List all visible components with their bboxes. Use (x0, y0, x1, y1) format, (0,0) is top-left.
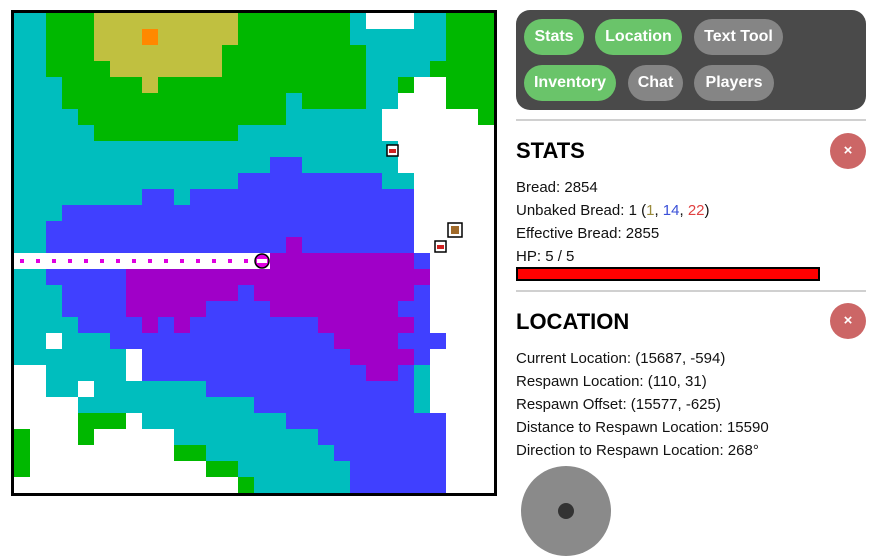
chest-marker[interactable] (447, 222, 463, 238)
hp-line: HP: 5 / 5 (516, 248, 575, 265)
resource-marker (142, 29, 158, 45)
tab-panel: Stats Location Text Tool Inventory Chat … (516, 10, 866, 110)
effective-bread-line: Effective Bread: 2855 (516, 225, 659, 242)
unbaked-breakdown-2: 14 (662, 202, 680, 219)
tab-inventory[interactable]: Inventory (524, 65, 616, 101)
unbaked-value: 1 (628, 202, 637, 219)
respawn-location-value: (110, 31) (647, 373, 707, 390)
current-location-value: (15687, -594) (635, 350, 726, 367)
tab-players[interactable]: Players (694, 65, 774, 101)
current-location-label: Current Location: (516, 350, 632, 367)
snow-region (46, 333, 62, 349)
snow-region (126, 349, 142, 381)
deep-water-pool (430, 333, 446, 349)
grass-patch (14, 429, 30, 477)
unbaked-breakdown-1: 1 (646, 202, 655, 219)
enemy-marker[interactable] (386, 144, 399, 157)
game-map[interactable] (11, 10, 497, 496)
grass-region (398, 77, 414, 93)
compass-dial (521, 466, 611, 556)
tab-stats[interactable]: Stats (524, 19, 584, 55)
divider (516, 290, 866, 292)
grass-patch (78, 413, 126, 429)
respawn-distance-label: Distance to Respawn Location: (516, 419, 723, 436)
unbaked-breakdown-3: 22 (687, 202, 705, 219)
respawn-distance-value: 15590 (726, 419, 769, 436)
grass-patch (206, 461, 238, 477)
hp-max: 5 (566, 248, 575, 265)
grass-patch (174, 445, 206, 461)
unbaked-label: Unbaked Bread: (516, 202, 625, 219)
hp-bar-fill (518, 269, 818, 279)
respawn-location-label: Respawn Location: (516, 373, 644, 390)
stats-close-button[interactable]: × (830, 133, 866, 169)
respawn-offset-line: Respawn Offset: (15577, -625) (516, 396, 721, 413)
respawn-direction-value: 268° (727, 442, 759, 459)
location-close-button[interactable]: × (830, 303, 866, 339)
tab-text-tool[interactable]: Text Tool (694, 19, 783, 55)
hp-label: HP: (516, 248, 542, 265)
stats-title: STATS (516, 138, 585, 163)
hp-current: 5 (545, 248, 554, 265)
player-marker (254, 253, 270, 269)
grass-patch (238, 477, 254, 493)
respawn-offset-label: Respawn Offset: (516, 396, 627, 413)
divider (516, 119, 866, 121)
snow-region (78, 381, 94, 397)
grass-patch (78, 429, 94, 445)
hp-bar (516, 267, 820, 281)
bread-line: Bread: 2854 (516, 179, 598, 196)
current-location-line: Current Location: (15687, -594) (516, 350, 725, 367)
unbaked-bread-line: Unbaked Bread: 1 (1, 14, 22) (516, 202, 710, 219)
respawn-direction-line: Direction to Respawn Location: 268° (516, 442, 759, 459)
location-title: LOCATION (516, 309, 630, 334)
respawn-direction-label: Direction to Respawn Location: (516, 442, 724, 459)
effective-label: Effective Bread: (516, 225, 622, 242)
compass-center-icon (558, 503, 574, 519)
bread-value: 2854 (564, 179, 598, 196)
respawn-location-line: Respawn Location: (110, 31) (516, 373, 707, 390)
respawn-offset-value: (15577, -625) (630, 396, 721, 413)
enemy-marker[interactable] (434, 240, 447, 253)
respawn-distance-line: Distance to Respawn Location: 15590 (516, 419, 769, 436)
tab-location[interactable]: Location (595, 19, 682, 55)
tab-chat[interactable]: Chat (628, 65, 683, 101)
effective-value: 2855 (625, 225, 660, 242)
bread-label: Bread: (516, 179, 561, 196)
